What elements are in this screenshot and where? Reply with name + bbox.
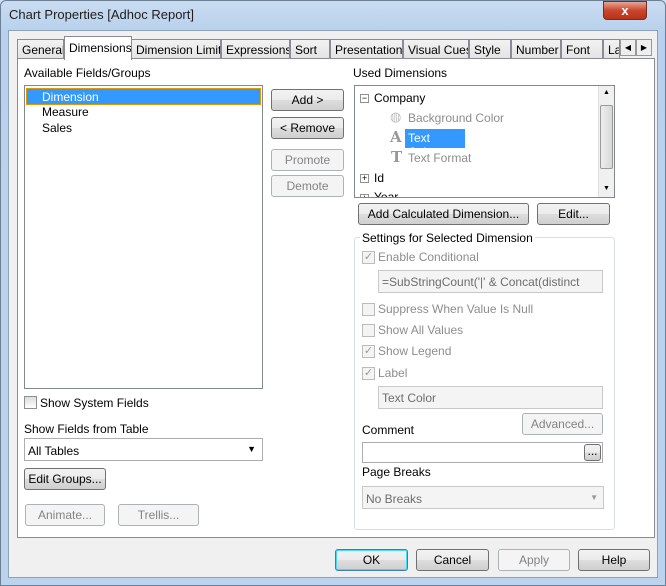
label-field[interactable]: Text Color <box>378 386 603 409</box>
suppress-null-label: Suppress When Value Is Null <box>378 302 534 316</box>
tab-la[interactable]: La <box>603 39 620 59</box>
demote-button[interactable]: Demote <box>271 175 344 197</box>
available-fields-list[interactable]: Dimension Measure Sales <box>24 85 263 389</box>
suppress-null-checkbox[interactable] <box>362 303 375 316</box>
tree-item-year[interactable]: Year <box>374 190 398 197</box>
settings-group-title: Settings for Selected Dimension <box>360 231 535 245</box>
list-item[interactable]: Sales <box>42 121 72 135</box>
show-fields-from-table-label: Show Fields from Table <box>24 422 149 436</box>
add-calculated-dimension-button[interactable]: Add Calculated Dimension... <box>358 203 529 225</box>
used-dimensions-tree[interactable]: − Company ◍ Background Color A Text Colo… <box>354 85 615 198</box>
apply-button[interactable]: Apply <box>498 549 570 571</box>
comment-expression-button[interactable]: ... <box>584 444 601 461</box>
tab-general[interactable]: General <box>17 39 64 59</box>
label-label: Label <box>378 366 408 380</box>
comment-field[interactable] <box>362 442 603 463</box>
text-format-icon: T <box>391 148 403 166</box>
tab-presentation[interactable]: Presentation <box>330 39 403 59</box>
cancel-button[interactable]: Cancel <box>416 549 489 571</box>
show-all-values-label: Show All Values <box>378 323 464 337</box>
advanced-button[interactable]: Advanced... <box>522 413 603 435</box>
label-checkbox[interactable]: ✓ <box>362 367 375 380</box>
remove-button[interactable]: < Remove <box>271 117 344 139</box>
tree-item-background-color[interactable]: Background Color <box>408 111 504 125</box>
trellis-button[interactable]: Trellis... <box>118 504 199 526</box>
add-button[interactable]: Add > <box>271 89 344 111</box>
scrollbar[interactable]: ▲ ▼ <box>598 86 614 197</box>
tab-number[interactable]: Number <box>511 39 561 59</box>
show-all-values-checkbox[interactable] <box>362 324 375 337</box>
available-fields-label: Available Fields/Groups <box>24 66 151 80</box>
promote-button[interactable]: Promote <box>271 149 344 171</box>
used-dimensions-label: Used Dimensions <box>353 66 448 80</box>
chevron-down-icon: ▼ <box>590 493 598 502</box>
scroll-thumb[interactable] <box>600 105 613 169</box>
scroll-up-icon[interactable]: ▲ <box>603 89 610 96</box>
list-item[interactable]: Dimension <box>26 88 261 105</box>
tab-scroll-right-icon[interactable]: ▶ <box>636 39 652 56</box>
close-button[interactable]: x <box>603 1 647 20</box>
tab-sort[interactable]: Sort <box>290 39 330 59</box>
list-item[interactable]: Measure <box>42 105 89 119</box>
table-select[interactable]: All Tables ▼ <box>24 438 263 461</box>
ok-button[interactable]: OK <box>335 549 408 571</box>
tab-expressions[interactable]: Expressions <box>221 39 290 59</box>
expand-icon[interactable]: + <box>360 174 369 183</box>
tree-item-text-color[interactable]: Text Color <box>405 129 465 159</box>
tab-scroll-left-icon[interactable]: ◀ <box>620 39 636 56</box>
show-legend-checkbox[interactable]: ✓ <box>362 345 375 358</box>
show-system-fields-label: Show System Fields <box>40 396 149 410</box>
enable-conditional-checkbox[interactable]: ✓ <box>362 251 375 264</box>
text-color-icon: A <box>390 128 402 146</box>
tab-visual-cues[interactable]: Visual Cues <box>403 39 469 59</box>
scroll-down-icon[interactable]: ▼ <box>603 185 610 192</box>
palette-icon: ◍ <box>390 109 402 124</box>
expand-icon[interactable]: + <box>360 194 369 197</box>
window-title: Chart Properties [Adhoc Report] <box>9 7 194 22</box>
enable-conditional-label: Enable Conditional <box>378 250 479 264</box>
show-system-fields-checkbox[interactable] <box>24 396 37 409</box>
table-select-value: All Tables <box>28 444 80 458</box>
tree-item-id[interactable]: Id <box>374 171 384 185</box>
page-breaks-select[interactable]: No Breaks ▼ <box>362 486 604 509</box>
tree-item-text-format[interactable]: Text Format <box>408 151 471 165</box>
tab-dimension-limits[interactable]: Dimension Limits <box>131 39 221 59</box>
collapse-icon[interactable]: − <box>360 94 369 103</box>
help-button[interactable]: Help <box>578 549 650 571</box>
animate-button[interactable]: Animate... <box>25 504 105 526</box>
conditional-expression-field[interactable]: =SubStringCount('|' & Concat(distinct <box>378 270 603 293</box>
edit-groups-button[interactable]: Edit Groups... <box>24 468 106 490</box>
show-legend-label: Show Legend <box>378 344 452 358</box>
tree-item-company[interactable]: Company <box>374 91 425 105</box>
tab-font[interactable]: Font <box>561 39 603 59</box>
tab-style[interactable]: Style <box>469 39 511 59</box>
comment-label: Comment <box>362 423 415 437</box>
tab-dimensions[interactable]: Dimensions <box>64 36 132 60</box>
chevron-down-icon: ▼ <box>247 444 256 454</box>
page-breaks-value: No Breaks <box>366 492 423 506</box>
edit-button[interactable]: Edit... <box>537 203 610 225</box>
page-breaks-label: Page Breaks <box>362 465 431 479</box>
